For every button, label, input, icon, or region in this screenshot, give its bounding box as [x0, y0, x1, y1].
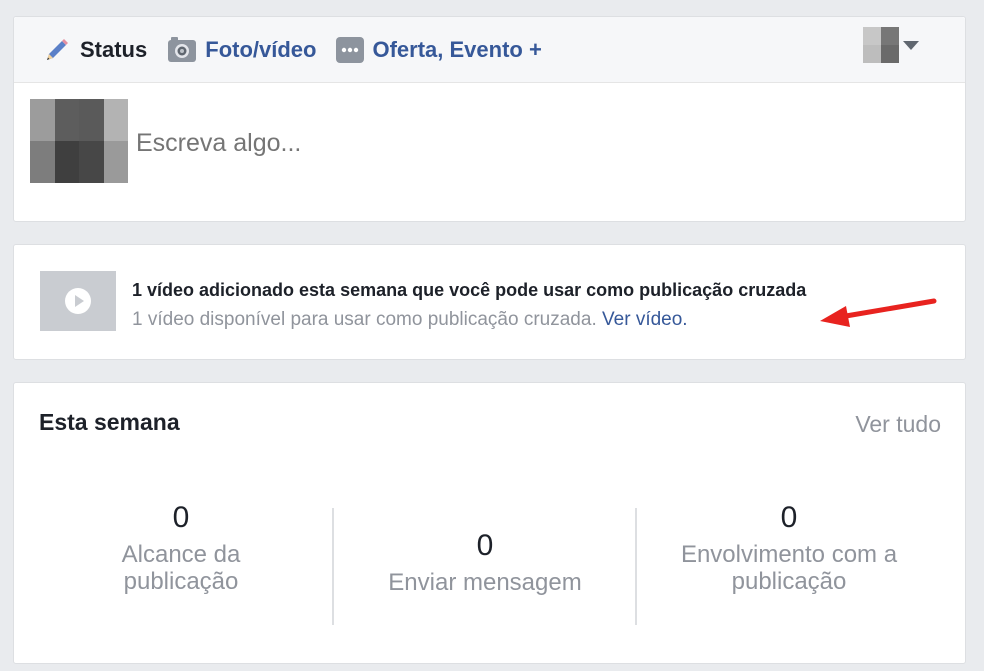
notice-subtitle-text: 1 vídeo disponível para usar como public… — [132, 309, 597, 330]
stat-value: 0 — [172, 501, 190, 534]
avatar — [30, 99, 128, 183]
this-week-card: Esta semana Ver tudo 0 Alcance da public… — [13, 382, 966, 664]
view-video-link[interactable]: Ver vídeo. — [602, 309, 688, 330]
video-thumbnail[interactable] — [40, 271, 116, 331]
more-icon — [336, 36, 365, 64]
stat-value: 0 — [476, 529, 494, 562]
stat-label: Enviar mensagem — [388, 569, 582, 596]
composer-input[interactable] — [136, 129, 836, 158]
stat-value: 0 — [780, 501, 798, 534]
pencil-icon — [42, 35, 72, 65]
crosspost-notice-card: 1 vídeo adicionado esta semana que você … — [13, 244, 966, 360]
tab-offer-event[interactable]: Oferta, Evento + — [336, 36, 542, 64]
chevron-down-icon — [903, 40, 919, 50]
composer-tabs: Status Foto/vídeo Oferta, Evento + — [14, 17, 965, 83]
notice-subtitle: 1 vídeo disponível para usar como public… — [132, 309, 688, 331]
play-icon — [65, 288, 91, 314]
stat-post-engagement[interactable]: 0 Envolvimento com a publicação — [644, 501, 934, 595]
tab-photo-video[interactable]: Foto/vídeo — [167, 36, 316, 64]
tab-photo-video-label: Foto/vídeo — [205, 36, 317, 62]
annotation-arrow — [820, 298, 937, 327]
section-title: Esta semana — [39, 409, 180, 435]
tab-status[interactable]: Status — [42, 35, 147, 65]
see-all-link[interactable]: Ver tudo — [855, 411, 941, 438]
stat-post-reach[interactable]: 0 Alcance da publicação — [36, 501, 326, 595]
composer-card: Status Foto/vídeo Oferta, Evento + Escre… — [13, 16, 966, 222]
page-selector[interactable] — [863, 27, 919, 63]
tab-status-label: Status — [80, 36, 148, 62]
composer-body — [14, 83, 965, 223]
stat-label: Envolvimento com a publicação — [680, 541, 898, 595]
notice-title: 1 vídeo adicionado esta semana que você … — [132, 280, 807, 300]
camera-icon — [167, 36, 197, 64]
tab-offer-event-label: Oferta, Evento + — [372, 36, 542, 62]
divider — [332, 508, 334, 625]
page-avatar — [863, 27, 899, 63]
divider — [635, 508, 637, 625]
stat-label: Alcance da publicação — [121, 541, 241, 595]
stat-send-message[interactable]: 0 Enviar mensagem — [340, 529, 630, 596]
